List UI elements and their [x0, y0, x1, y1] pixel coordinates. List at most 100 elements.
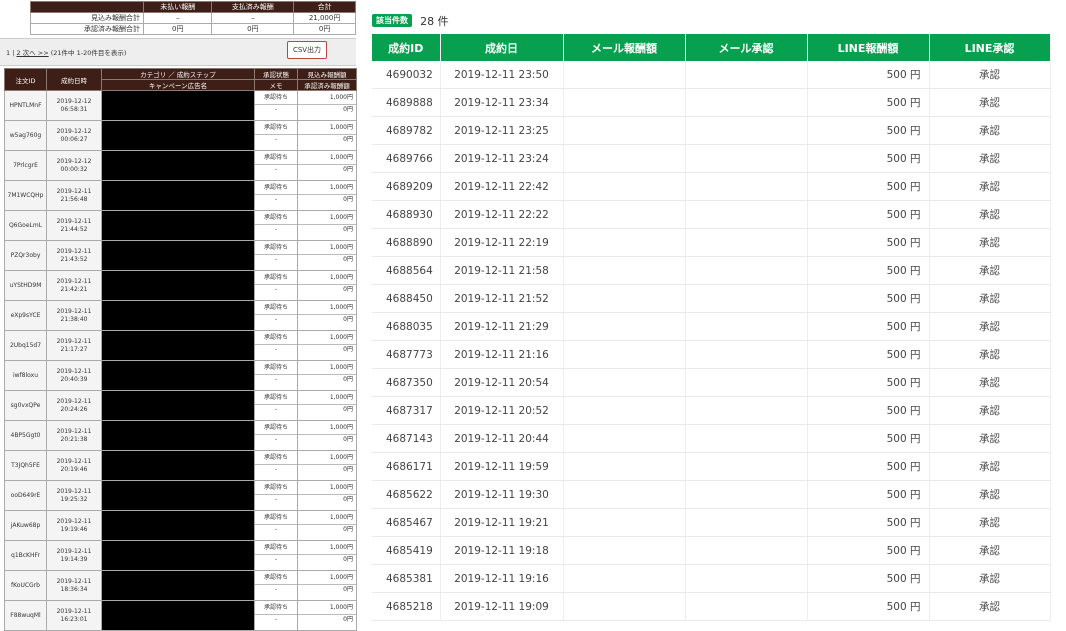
- mail-amount: [563, 480, 686, 509]
- mail-status: [685, 284, 808, 313]
- order-row: 2Ubq15d7 2019-12-11 21:17:27 承認待ち -1,000円 0円: [4, 330, 357, 361]
- order-memo: -: [274, 556, 278, 563]
- order-id: 2Ubq15d7: [4, 330, 47, 361]
- mail-amount: [563, 340, 686, 369]
- mail-amount: [563, 88, 686, 117]
- order-approved-amount: 0円: [298, 315, 356, 325]
- order-datetime: 2019-12-12 06:58:31: [46, 90, 102, 121]
- order-approved-amount: 0円: [298, 225, 356, 235]
- order-status: 承認待ち: [255, 451, 297, 465]
- order-date: 2019-12-11: [56, 427, 92, 435]
- summary-header-paid: 支払済み報酬: [211, 1, 295, 13]
- conversion-id: 4690032: [372, 61, 441, 89]
- order-status: 承認待ち: [255, 571, 297, 585]
- redacted-campaign-cell: [101, 330, 255, 361]
- order-expected-amount: 1,000円: [298, 91, 356, 105]
- mail-amount: [563, 508, 686, 537]
- order-row: uYStHD9M 2019-12-11 21:42:21 承認待ち -1,000円 0円: [4, 270, 357, 301]
- summary-unpaid: 0円: [142, 23, 213, 35]
- redacted-campaign-cell: [101, 600, 255, 631]
- line-status: 承認: [929, 592, 1051, 621]
- order-date: 2019-12-11: [56, 277, 92, 285]
- orders-table-body: HPNTLMnF 2019-12-12 06:58:31 承認待ち -1,000円 0円 w…: [4, 90, 357, 631]
- conversion-date: 2019-12-11 20:44: [440, 424, 564, 453]
- col-mail-amount[interactable]: メール報酬額: [563, 34, 686, 61]
- col-category: カテゴリ ／ 成約ステップ: [101, 68, 255, 80]
- conversion-id: 4688564: [372, 256, 441, 285]
- order-memo: -: [274, 196, 278, 203]
- order-date: 2019-12-11: [56, 307, 92, 315]
- order-date: 2019-12-11: [56, 577, 92, 585]
- order-approved-amount: 0円: [298, 345, 356, 355]
- pagination-bar: 1 | 2 次へ >> (21件中 1-20件目を表示) CSV出力: [0, 38, 356, 66]
- order-expected-amount: 1,000円: [298, 541, 356, 555]
- col-line-amount[interactable]: LINE報酬額: [807, 34, 930, 61]
- next-page-link[interactable]: 2 次へ >>: [16, 49, 48, 57]
- order-time: 06:58:31: [60, 105, 88, 113]
- order-row: 4BP5Ggt0 2019-12-11 20:21:38 承認待ち -1,000円 0円: [4, 420, 357, 451]
- conversion-date: 2019-12-11 21:29: [440, 312, 564, 341]
- order-id: uYStHD9M: [4, 270, 47, 301]
- order-memo: -: [274, 616, 278, 623]
- redacted-campaign-cell: [101, 360, 255, 391]
- order-datetime: 2019-12-11 20:40:39: [46, 360, 102, 391]
- order-status: 承認待ち: [255, 421, 297, 435]
- conversion-row: 4686171 2019-12-11 19:59 500 円承認: [372, 452, 1051, 481]
- col-conversion-date[interactable]: 成約日: [440, 34, 564, 61]
- order-amount-cell: 1,000円 0円: [297, 510, 357, 541]
- line-status: 承認: [929, 61, 1051, 89]
- col-expected: 見込み報酬額: [297, 68, 357, 80]
- col-order-id[interactable]: 注文ID: [4, 68, 47, 91]
- col-mail-status[interactable]: メール承認: [685, 34, 808, 61]
- order-amount-cell: 1,000円 0円: [297, 570, 357, 601]
- line-amount: 500 円: [807, 144, 930, 173]
- col-conversion-id[interactable]: 成約ID: [372, 34, 441, 61]
- order-id: 7PrlcgrE: [4, 150, 47, 181]
- order-approved-amount: 0円: [298, 195, 356, 205]
- result-count: 28 件: [420, 14, 449, 28]
- conversion-date: 2019-12-11 23:25: [440, 116, 564, 145]
- csv-export-button[interactable]: CSV出力: [287, 41, 327, 59]
- line-status: 承認: [929, 116, 1051, 145]
- conversion-id: 4687773: [372, 340, 441, 369]
- col-date[interactable]: 成約日時: [46, 68, 102, 91]
- conversion-row: 4688930 2019-12-11 22:22 500 円承認: [372, 200, 1051, 229]
- order-status: 承認待ち: [255, 391, 297, 405]
- order-datetime: 2019-12-11 16:23:01: [46, 600, 102, 631]
- line-amount: 500 円: [807, 396, 930, 425]
- redacted-campaign-cell: [101, 510, 255, 541]
- order-time: 00:06:27: [60, 135, 88, 143]
- col-line-status[interactable]: LINE承認: [929, 34, 1051, 61]
- order-amount-cell: 1,000円 0円: [297, 360, 357, 391]
- order-memo: -: [274, 466, 278, 473]
- order-expected-amount: 1,000円: [298, 571, 356, 585]
- order-row: eXp9sYCE 2019-12-11 21:38:40 承認待ち -1,000円 0円: [4, 300, 357, 331]
- order-status: 承認待ち: [255, 151, 297, 165]
- conversion-row: 4687773 2019-12-11 21:16 500 円承認: [372, 340, 1051, 369]
- line-amount: 500 円: [807, 88, 930, 117]
- summary-header-unpaid: 未払い報酬: [142, 1, 213, 13]
- order-datetime: 2019-12-12 00:00:32: [46, 150, 102, 181]
- line-amount: 500 円: [807, 452, 930, 481]
- line-status: 承認: [929, 172, 1051, 201]
- order-id: jAKuw68p: [4, 510, 47, 541]
- line-status: 承認: [929, 452, 1051, 481]
- conversion-date: 2019-12-11 23:34: [440, 88, 564, 117]
- order-datetime: 2019-12-11 18:36:34: [46, 570, 102, 601]
- order-status-cell: 承認待ち -: [254, 390, 298, 421]
- order-id: q1BcKHFr: [4, 540, 47, 571]
- order-status-cell: 承認待ち -: [254, 90, 298, 121]
- conversion-date: 2019-12-11 19:21: [440, 508, 564, 537]
- order-date: 2019-12-11: [56, 547, 92, 555]
- conversion-date: 2019-12-11 21:58: [440, 256, 564, 285]
- order-status-cell: 承認待ち -: [254, 300, 298, 331]
- mail-amount: [563, 116, 686, 145]
- conversion-row: 4688450 2019-12-11 21:52 500 円承認: [372, 284, 1051, 313]
- order-datetime: 2019-12-11 21:38:40: [46, 300, 102, 331]
- order-memo: -: [274, 346, 278, 353]
- conversion-date: 2019-12-11 19:09: [440, 592, 564, 621]
- mail-status: [685, 88, 808, 117]
- line-amount: 500 円: [807, 564, 930, 593]
- conversion-row: 4685467 2019-12-11 19:21 500 円承認: [372, 508, 1051, 537]
- conversion-row: 4689209 2019-12-11 22:42 500 円承認: [372, 172, 1051, 201]
